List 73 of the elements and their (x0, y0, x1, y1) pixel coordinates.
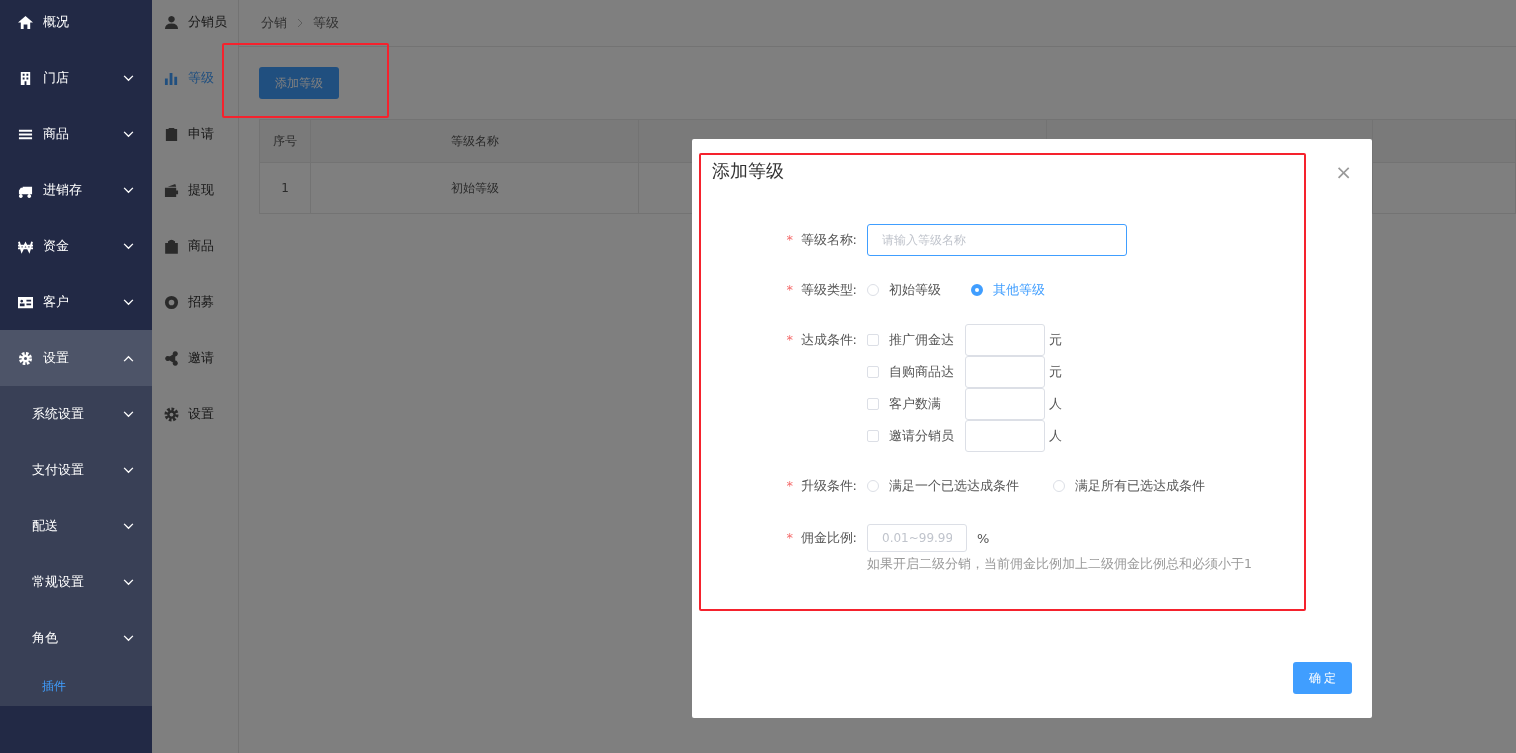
settings-icon (164, 406, 179, 422)
checkbox-option[interactable]: 邀请分销员 (867, 427, 965, 445)
subnav-item[interactable]: 提现 (152, 162, 238, 218)
hint-text: 如果开启二级分销，当前佣金比例加上二级佣金比例总和必须小于1 (867, 556, 1252, 573)
required-mark: * (785, 529, 794, 547)
ring-icon (164, 294, 179, 310)
radio-option[interactable]: 初始等级 (867, 281, 941, 299)
subnav-item[interactable]: 设置 (152, 386, 238, 442)
user-icon (164, 14, 179, 30)
chevron-down-icon (123, 130, 134, 138)
chevron-down-icon (123, 74, 134, 82)
clipboard-icon (164, 126, 179, 142)
subnav-item[interactable]: 申请 (152, 106, 238, 162)
chevron-down-icon (123, 578, 134, 586)
unit-label: 人 (1049, 395, 1062, 413)
radio-option[interactable]: 满足所有已选达成条件 (1053, 477, 1205, 495)
checkbox-option[interactable]: 自购商品达 (867, 363, 965, 381)
sidebar-subitem[interactable]: 系统设置 (0, 386, 152, 442)
sidebar-subitem[interactable]: 插件 (0, 666, 152, 706)
field-label: 等级名称: (799, 231, 858, 249)
subnav-item[interactable]: 分销员 (152, 0, 238, 50)
dialog-title: 添加等级 (712, 159, 784, 183)
bar-chart-icon (164, 70, 179, 86)
chevron-down-icon (123, 634, 134, 642)
checkbox-option[interactable]: 推广佣金达 (867, 331, 965, 349)
unit-label: 人 (1049, 427, 1062, 445)
input-field[interactable]: 请输入等级名称 (867, 224, 1127, 256)
required-mark: * (785, 477, 794, 495)
subnav-item[interactable]: 邀请 (152, 330, 238, 386)
required-mark: * (785, 281, 794, 299)
sidebar-item[interactable]: 设置 (0, 330, 152, 386)
chevron-down-icon (123, 410, 134, 418)
sidebar-item[interactable]: 进销存 (0, 162, 152, 218)
unit-label: 元 (1049, 331, 1062, 349)
required-mark: * (785, 331, 794, 349)
sidebar-subitem[interactable]: 支付设置 (0, 442, 152, 498)
sidebar-item[interactable]: 商品 (0, 106, 152, 162)
chevron-down-icon (123, 186, 134, 194)
table-cell: 1 (259, 162, 311, 214)
table-cell: 初始等级 (310, 162, 639, 214)
building-icon (18, 70, 33, 86)
chevron-down-icon (123, 242, 134, 250)
bag-icon (164, 238, 179, 254)
chevron-up-icon (123, 354, 134, 362)
radio-option[interactable]: 满足一个已选达成条件 (867, 477, 1019, 495)
chevron-down-icon (123, 522, 134, 530)
chevron-down-icon (123, 298, 134, 306)
home-icon (18, 14, 33, 30)
chevron-right-icon (297, 18, 303, 28)
field-label: 等级类型: (799, 281, 858, 299)
unit-label: % (977, 530, 990, 546)
column-header: 序号 (259, 119, 311, 163)
sidebar-subitem[interactable]: 常规设置 (0, 554, 152, 610)
unit-label: 元 (1049, 363, 1062, 381)
column-header: 等级名称 (310, 119, 639, 163)
chevron-down-icon (123, 466, 134, 474)
sidebar-item[interactable]: 资金 (0, 218, 152, 274)
subnav-item[interactable]: 招募 (152, 274, 238, 330)
wallet-icon (164, 182, 179, 198)
sidebar-subitem[interactable]: 配送 (0, 498, 152, 554)
sidebar-item[interactable]: 客户 (0, 274, 152, 330)
checkbox-option[interactable]: 客户数满 (867, 395, 965, 413)
subnav-item[interactable]: 商品 (152, 218, 238, 274)
gear-icon (18, 350, 33, 366)
card-icon (18, 294, 33, 310)
sidebar-item[interactable]: 门店 (0, 50, 152, 106)
required-mark: * (785, 231, 794, 249)
field-label: 佣金比例: (799, 529, 858, 547)
sidebar-subitem[interactable]: 角色 (0, 610, 152, 666)
field-label: 升级条件: (799, 477, 858, 495)
sidebar-item[interactable]: 概况 (0, 0, 152, 50)
field-label: 达成条件: (799, 331, 858, 349)
share-icon (164, 350, 179, 366)
